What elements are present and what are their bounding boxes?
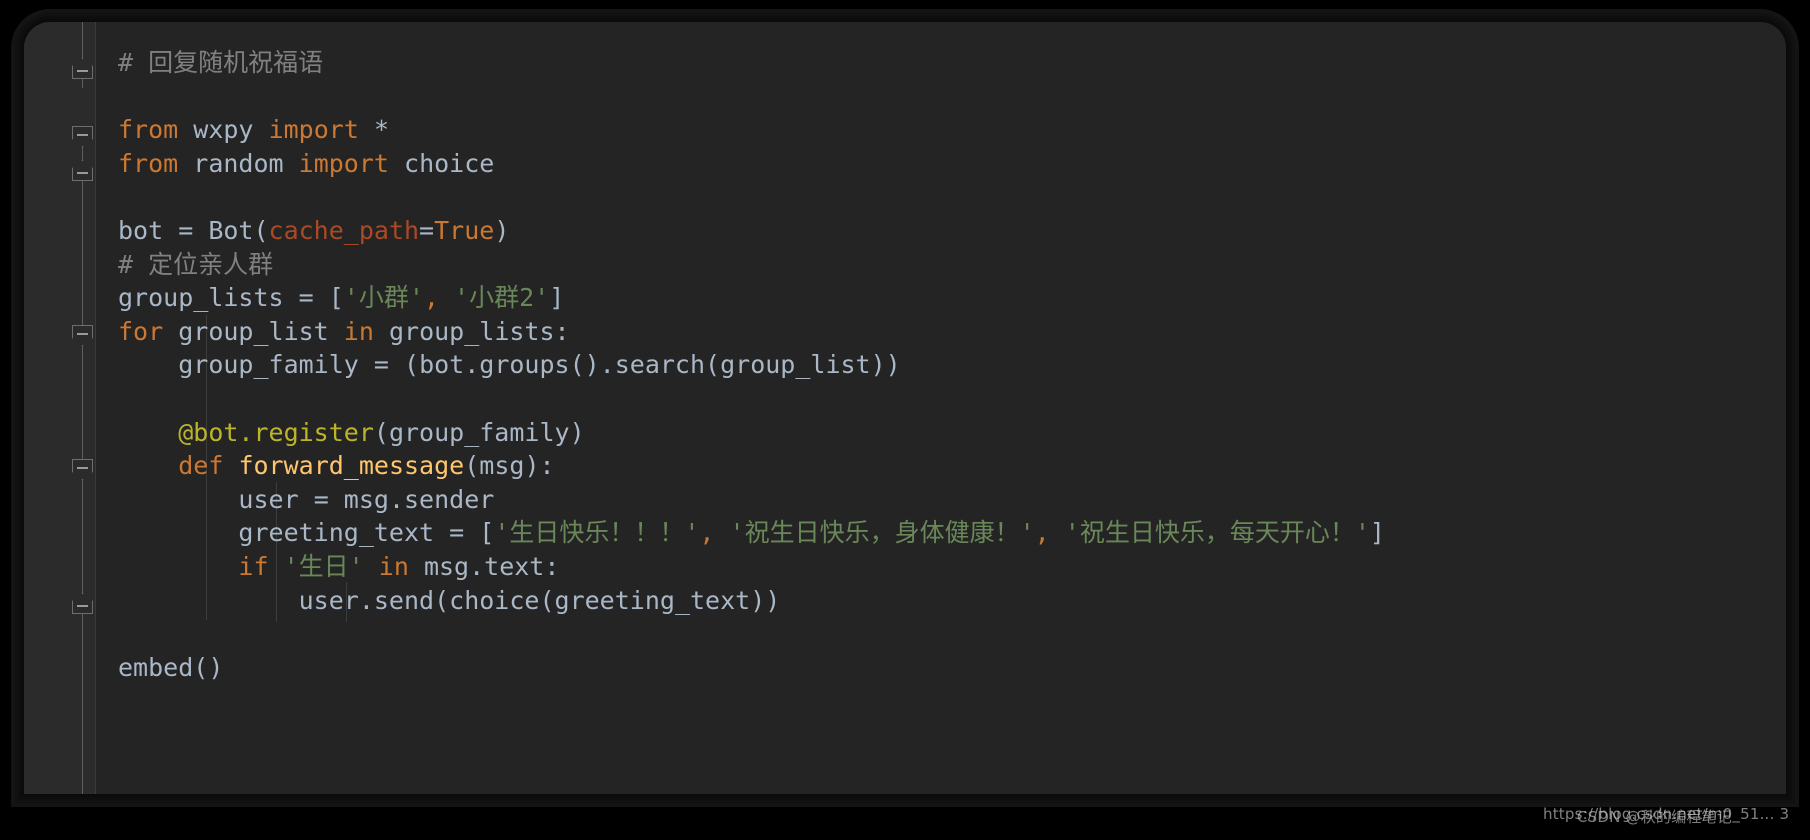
module-wxpy: wxpy	[193, 115, 254, 145]
string-greeting-2: '祝生日快乐，身体健康！'	[729, 518, 1035, 548]
name-greeting-text: greeting_text	[238, 518, 435, 548]
source-code[interactable]: # 回复随机祝福语 from wxpy import * from random…	[96, 46, 1786, 684]
name-choice: choice	[404, 148, 495, 178]
name-group-family: group_family	[178, 350, 359, 380]
name-msg-sender: msg.sender	[343, 484, 495, 514]
fold-marker-end[interactable]	[72, 593, 93, 614]
name-bot: bot	[118, 215, 164, 245]
keyword-in: in	[378, 551, 409, 581]
keyword-true: True	[434, 215, 495, 245]
editor-code-area[interactable]: # 回复随机祝福语 from wxpy import * from random…	[96, 22, 1786, 794]
code-line: embed()	[118, 652, 224, 682]
param-msg: msg	[479, 451, 525, 481]
keyword-def: def	[178, 451, 224, 481]
name-Bot: Bot	[208, 215, 254, 245]
fold-marker-def[interactable]	[72, 459, 93, 480]
kwarg-cache-path: cache_path	[268, 215, 420, 245]
code-line: bot = Bot(cache_path=True)	[118, 215, 510, 245]
code-line: user = msg.sender	[238, 484, 495, 514]
code-line: for group_list in group_lists:	[118, 316, 570, 346]
name-group-list: group_list	[178, 316, 329, 346]
keyword-from: from	[118, 148, 179, 178]
name-choice: choice	[449, 585, 540, 615]
fold-spine-segment	[82, 342, 83, 462]
name-group-lists: group_lists	[388, 316, 555, 346]
fold-spine-segment	[82, 177, 83, 327]
fold-marker-import-2[interactable]	[72, 160, 93, 181]
fold-marker-import-1[interactable]	[72, 126, 93, 147]
string-greeting-1: '生日快乐！！！'	[494, 518, 700, 548]
call-groups-search: bot.groups().search(group_list)	[419, 350, 886, 380]
name-greeting-text: greeting_text	[554, 585, 751, 615]
fold-spine-segment	[82, 610, 83, 794]
code-line: user.send(choice(greeting_text))	[298, 585, 781, 615]
string-greeting-3: '祝生日快乐，每天开心！'	[1064, 518, 1370, 548]
editor-folding-gutter[interactable]	[24, 22, 96, 794]
keyword-from: from	[118, 115, 179, 145]
keyword-import: import	[268, 115, 359, 145]
name-group-family: group_family	[388, 417, 570, 447]
decorator-bot-register: @bot.register	[178, 417, 374, 447]
star-token: *	[373, 115, 389, 145]
fold-spine-segment	[82, 477, 83, 595]
module-random: random	[193, 148, 284, 178]
fold-spine-segment	[82, 22, 83, 62]
code-line: group_lists = ['小群', '小群2']	[118, 283, 565, 313]
string-group-1: '小群'	[343, 283, 424, 313]
name-group-lists: group_lists	[118, 283, 284, 313]
fold-marker-comment[interactable]	[72, 58, 93, 79]
fold-marker-for[interactable]	[72, 325, 93, 346]
comment-token: # 回复随机祝福语	[118, 48, 324, 77]
code-line: def forward_message(msg):	[178, 451, 555, 481]
code-line: if '生日' in msg.text:	[238, 551, 560, 581]
string-group-2: '小群2'	[454, 283, 550, 313]
string-birthday: '生日'	[283, 551, 364, 581]
code-line: greeting_text = ['生日快乐！！！', '祝生日快乐，身体健康！…	[238, 518, 1385, 548]
keyword-in: in	[343, 316, 374, 346]
watermark-author: CSDN @秋的编程笔记	[1577, 808, 1732, 826]
name-msg-text: msg.text	[423, 551, 545, 581]
code-line: # 回复随机祝福语	[118, 48, 323, 77]
code-line: @bot.register(group_family)	[178, 417, 585, 447]
code-line: group_family = (bot.groups().search(grou…	[178, 350, 901, 380]
code-line: from random import choice	[118, 149, 494, 178]
name-user: user	[238, 484, 299, 514]
screenshot-root: # 回复随机祝福语 from wxpy import * from random…	[0, 0, 1810, 840]
comment-token: # 定位亲人群	[118, 249, 274, 279]
code-editor-window: # 回复随机祝福语 from wxpy import * from random…	[24, 22, 1786, 794]
code-line: from wxpy import *	[118, 115, 389, 144]
keyword-if: if	[238, 551, 269, 581]
call-user-send: user.send	[298, 585, 435, 615]
code-line: # 定位亲人群	[118, 250, 273, 279]
call-embed: embed	[118, 652, 194, 682]
function-forward-message: forward_message	[238, 451, 465, 481]
keyword-for: for	[118, 316, 164, 346]
keyword-import: import	[298, 148, 389, 178]
